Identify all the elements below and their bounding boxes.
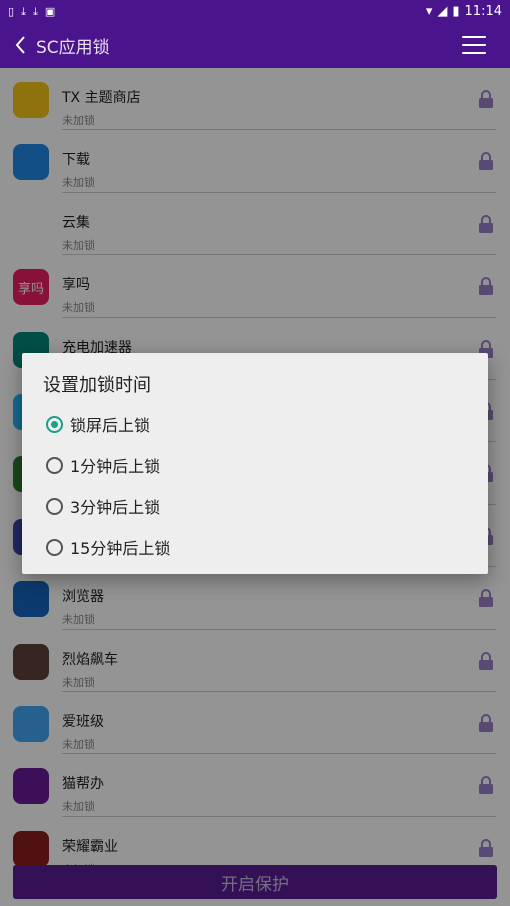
menu-button[interactable] [462, 36, 486, 54]
clock: 11:14 [464, 3, 502, 19]
option-label: 15分钟后上锁 [70, 539, 171, 558]
chevron-left-icon [15, 36, 25, 54]
download-icon: ⤓ [32, 4, 38, 18]
sim-icon: ▯ [8, 4, 15, 18]
back-button[interactable] [4, 22, 36, 68]
lock-time-option[interactable]: 15分钟后上锁 [46, 532, 170, 562]
option-label: 锁屏后上锁 [70, 416, 151, 435]
signal-icon: ◢ [437, 3, 448, 19]
image-icon: ▣ [44, 4, 56, 18]
battery-icon: ▮ [452, 3, 460, 19]
app-bar: SC应用锁 [0, 22, 510, 68]
enable-protection-button[interactable]: 开启保护 [13, 865, 497, 899]
status-bar: ▯ ⤓ ⤓ ▣ ▾ ◢ ▮ 11:14 [0, 0, 510, 22]
menu-icon [462, 36, 486, 38]
lock-time-option[interactable]: 3分钟后上锁 [46, 491, 160, 521]
page-title: SC应用锁 [36, 37, 110, 58]
radio-button[interactable] [46, 415, 63, 433]
lock-time-dialog: 设置加锁时间 锁屏后上锁 1分钟后上锁 3分钟后上锁 15分钟后上锁 [22, 353, 488, 574]
lock-time-option[interactable]: 锁屏后上锁 [46, 409, 150, 439]
radio-button[interactable] [46, 456, 63, 474]
wifi-icon: ▾ [425, 3, 433, 19]
radio-button[interactable] [46, 497, 63, 515]
lock-time-option[interactable]: 1分钟后上锁 [46, 450, 160, 480]
option-label: 3分钟后上锁 [70, 498, 161, 517]
radio-button[interactable] [46, 538, 63, 556]
option-label: 1分钟后上锁 [70, 457, 161, 476]
dialog-title: 设置加锁时间 [43, 375, 151, 396]
download-icon: ⤓ [21, 4, 26, 18]
